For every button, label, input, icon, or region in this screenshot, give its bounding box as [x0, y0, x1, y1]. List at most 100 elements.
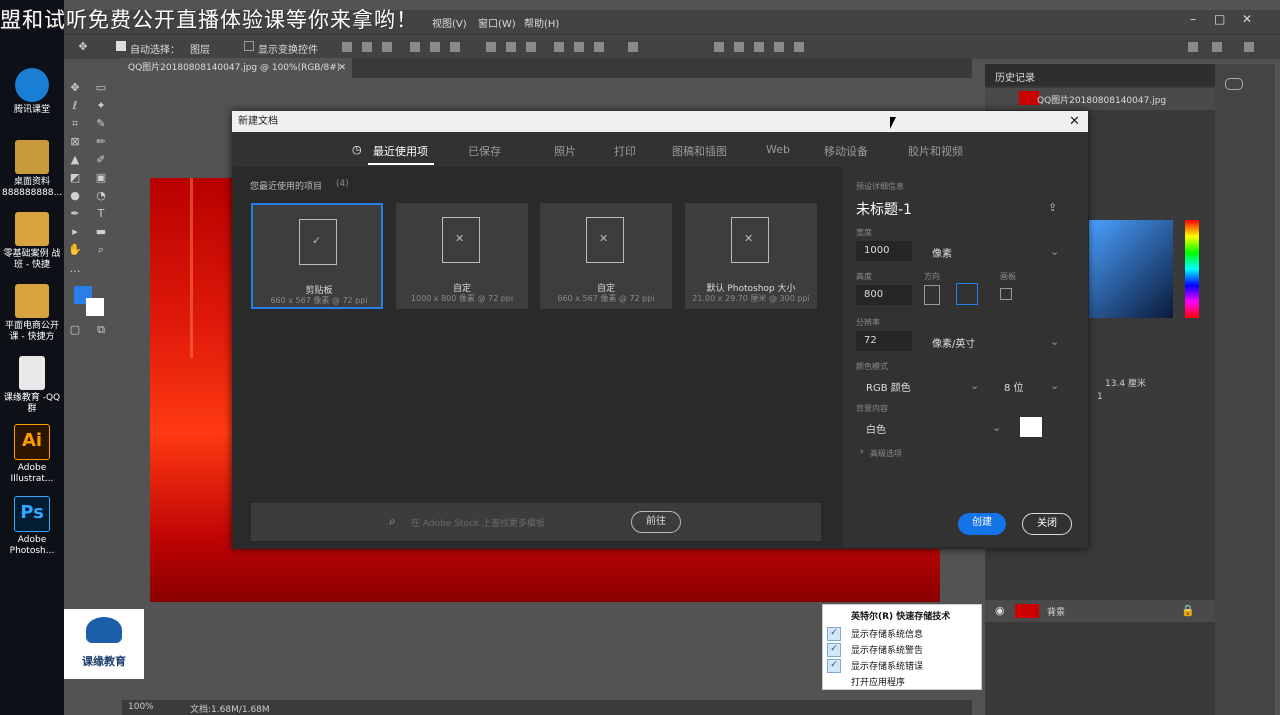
3d-pan-icon[interactable]	[774, 42, 784, 52]
height-input[interactable]: 800	[856, 285, 912, 305]
3d-slide-icon[interactable]	[794, 42, 804, 52]
move-tool-icon[interactable]: ✥	[76, 40, 90, 54]
menu-view[interactable]: 视图(V)	[432, 15, 467, 30]
align-top-icon[interactable]	[342, 42, 352, 52]
resolution-input[interactable]: 72	[856, 331, 912, 351]
preset-card-default[interactable]: ✕ 默认 Photoshop 大小 21.00 x 29.70 厘米 @ 300…	[685, 203, 817, 309]
zoom-tool-icon[interactable]: ⌕	[94, 243, 108, 257]
move-tool-icon[interactable]: ✥	[68, 81, 82, 95]
document-name-input[interactable]: 未标题-1	[856, 199, 912, 219]
align-left-icon[interactable]	[410, 42, 420, 52]
distribute-bottom-icon[interactable]	[526, 42, 536, 52]
distribute-vcenter-icon[interactable]	[506, 42, 516, 52]
healing-brush-icon[interactable]: ⊠	[68, 135, 82, 149]
landscape-orientation-icon[interactable]	[956, 283, 978, 305]
history-brush-icon[interactable]: ✐	[94, 153, 108, 167]
create-button[interactable]: 创建	[958, 513, 1006, 535]
3d-mode-icon[interactable]	[714, 42, 724, 52]
magic-wand-icon[interactable]: ✦	[94, 99, 108, 113]
desktop-icon-qq-group[interactable]: 课缘教育 -QQ群	[2, 356, 62, 415]
brush-tool-icon[interactable]: ✏	[94, 135, 108, 149]
menu-item-show-errors[interactable]: 显示存储系统错误	[851, 659, 923, 672]
cloud-icon[interactable]	[1225, 78, 1243, 90]
preset-card-custom-2[interactable]: ✕ 自定 660 x 567 像素 @ 72 ppi	[540, 203, 672, 309]
visibility-eye-icon[interactable]: ◉	[995, 604, 1005, 617]
tab-film-video[interactable]: 胶片和视频	[908, 143, 963, 159]
bit-depth-dropdown[interactable]: 8 位	[1004, 379, 1024, 394]
share-icon[interactable]	[1244, 42, 1254, 52]
desktop-icon-illustrator[interactable]: Ai Adobe Illustrat...	[2, 424, 62, 485]
history-panel-title[interactable]: 历史记录	[995, 69, 1035, 84]
close-button[interactable]: 关闭	[1022, 513, 1072, 535]
width-input[interactable]: 1000	[856, 241, 912, 261]
dialog-close-icon[interactable]: ✕	[1069, 111, 1080, 132]
width-unit-dropdown[interactable]: 像素	[932, 245, 952, 260]
artboard-checkbox[interactable]	[1000, 288, 1012, 300]
save-preset-icon[interactable]: ⇪	[1048, 201, 1057, 214]
background-color-swatch[interactable]	[86, 298, 104, 316]
color-picker-field[interactable]	[1089, 220, 1173, 318]
document-tab[interactable]: QQ图片20180808140047.jpg @ 100%(RGB/8#) ✕	[122, 58, 352, 78]
rectangle-tool-icon[interactable]: ▬	[94, 225, 108, 239]
auto-align-icon[interactable]	[628, 42, 638, 52]
workspace-icon[interactable]	[1212, 42, 1222, 52]
menu-item-show-info[interactable]: 显示存储系统信息	[851, 627, 923, 640]
tab-print[interactable]: 打印	[614, 143, 636, 159]
screen-mode-icon[interactable]: ⧉	[94, 323, 108, 337]
align-vcenter-icon[interactable]	[362, 42, 372, 52]
gradient-tool-icon[interactable]: ▣	[94, 171, 108, 185]
tab-photo[interactable]: 照片	[554, 143, 576, 159]
distribute-right-icon[interactable]	[594, 42, 604, 52]
tab-mobile[interactable]: 移动设备	[824, 143, 868, 159]
layer-row[interactable]: ◉ 背景 🔒	[985, 600, 1215, 622]
align-right-icon[interactable]	[450, 42, 460, 52]
history-item[interactable]: QQ图片20180808140047.jpg	[985, 88, 1215, 110]
type-tool-icon[interactable]: T	[94, 207, 108, 221]
quick-mask-icon[interactable]: ▢	[68, 323, 82, 337]
eyedropper-icon[interactable]: ✎	[94, 117, 108, 131]
blur-tool-icon[interactable]: ●	[68, 189, 82, 203]
desktop-icon-tencent-classroom[interactable]: 腾讯课堂	[2, 68, 62, 116]
tab-art-illustration[interactable]: 图稿和插图	[672, 143, 727, 159]
preset-card-clipboard[interactable]: ✓ 剪贴板 660 x 567 像素 @ 72 ppi	[251, 203, 383, 309]
hue-slider[interactable]	[1185, 220, 1199, 318]
menu-window[interactable]: 窗口(W)	[478, 15, 516, 30]
3d-roll-icon[interactable]	[754, 42, 764, 52]
menu-item-show-warnings[interactable]: 显示存储系统警告	[851, 643, 923, 656]
background-color-swatch[interactable]	[1020, 417, 1042, 437]
path-selection-icon[interactable]: ▸	[68, 225, 82, 239]
align-bottom-icon[interactable]	[382, 42, 392, 52]
distribute-left-icon[interactable]	[554, 42, 564, 52]
tab-saved[interactable]: 已保存	[468, 143, 501, 159]
distribute-top-icon[interactable]	[486, 42, 496, 52]
layer-select-dropdown[interactable]: 图层	[190, 41, 210, 56]
more-tools-icon[interactable]: …	[68, 262, 82, 276]
auto-select-checkbox[interactable]	[116, 41, 126, 51]
menu-help[interactable]: 帮助(H)	[524, 15, 559, 30]
background-content-dropdown[interactable]: 白色	[866, 421, 886, 436]
pen-tool-icon[interactable]: ✒	[68, 207, 82, 221]
desktop-icon-ecommerce-class[interactable]: 平面电商公开 课 - 快捷方	[2, 284, 62, 343]
desktop-icon-desktop-files[interactable]: 桌面资料 888888888...	[2, 140, 62, 199]
desktop-icon-case-class[interactable]: 零基础案例 战班 - 快捷	[2, 212, 62, 271]
close-window-button[interactable]: ✕	[1242, 12, 1252, 26]
align-hcenter-icon[interactable]	[430, 42, 440, 52]
advanced-options[interactable]: 高级选项	[870, 448, 902, 459]
lasso-tool-icon[interactable]: ℓ	[68, 99, 82, 113]
stock-search-input[interactable]: 在 Adobe Stock 上查找更多模板	[411, 516, 545, 529]
eraser-tool-icon[interactable]: ◩	[68, 171, 82, 185]
minimize-button[interactable]: –	[1190, 12, 1196, 26]
show-transform-checkbox[interactable]	[244, 41, 254, 51]
distribute-hcenter-icon[interactable]	[574, 42, 584, 52]
preset-card-custom-1[interactable]: ✕ 自定 1000 x 800 像素 @ 72 ppi	[396, 203, 528, 309]
search-icon[interactable]	[1188, 42, 1198, 52]
menu-item-open-app[interactable]: 打开应用程序	[851, 675, 905, 688]
desktop-icon-photoshop[interactable]: Ps Adobe Photosh...	[2, 496, 62, 557]
close-tab-icon[interactable]: ✕	[338, 58, 346, 78]
zoom-level[interactable]: 100%	[128, 702, 154, 712]
dodge-tool-icon[interactable]: ◔	[94, 189, 108, 203]
resolution-unit-dropdown[interactable]: 像素/英寸	[932, 335, 975, 350]
tab-recent[interactable]: 最近使用项	[373, 143, 428, 159]
portrait-orientation-icon[interactable]	[924, 285, 940, 305]
hand-tool-icon[interactable]: ✋	[68, 243, 82, 257]
